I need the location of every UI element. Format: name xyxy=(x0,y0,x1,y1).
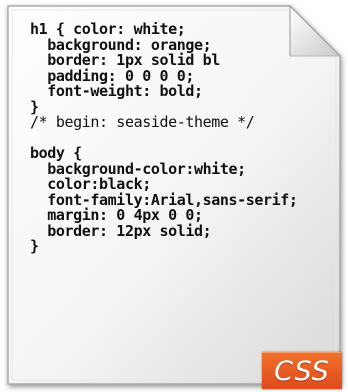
code-line: font-weight: bold; xyxy=(30,82,203,100)
code-comment-line: /* begin: seaside-theme */ xyxy=(30,113,255,131)
css-badge-label: CSS xyxy=(274,355,330,387)
code-line: border: 12px solid; xyxy=(30,221,212,240)
code-block: h1 { color: white; background: orange; b… xyxy=(30,22,348,255)
css-file-icon: h1 { color: white; background: orange; b… xyxy=(0,0,348,392)
code-line: } xyxy=(30,237,39,255)
css-badge: CSS xyxy=(262,352,342,389)
